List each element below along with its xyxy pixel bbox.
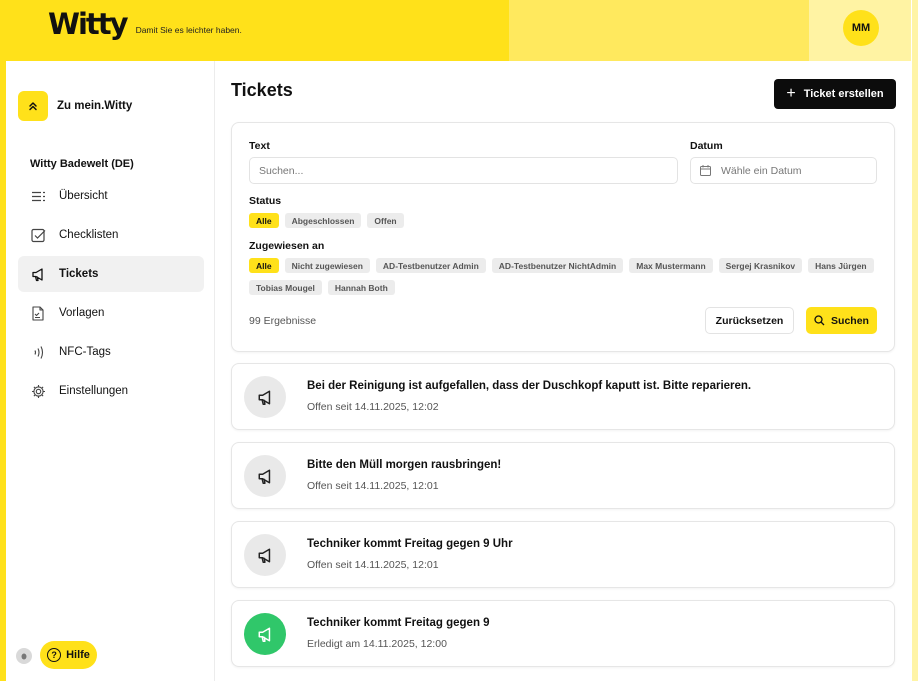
ticket-card[interactable]: Bei der Reinigung ist aufgefallen, dass … bbox=[231, 363, 895, 430]
status-filter-label: Status bbox=[249, 195, 282, 207]
gear-icon bbox=[30, 383, 46, 399]
assignee-chip[interactable]: Tobias Mougel bbox=[249, 280, 322, 295]
assignee-chip[interactable]: Sergej Krasnikov bbox=[718, 258, 803, 273]
sidebar-item-label: Checklisten bbox=[59, 229, 119, 241]
text-search-placeholder: Suchen... bbox=[259, 164, 304, 177]
megaphone-icon bbox=[244, 376, 286, 418]
megaphone-icon bbox=[244, 455, 286, 497]
result-count: 99 Ergebnisse bbox=[249, 315, 317, 327]
create-ticket-button[interactable]: + Ticket erstellen bbox=[774, 79, 896, 109]
assignee-chip[interactable]: Hans Jürgen bbox=[808, 258, 874, 273]
list-icon bbox=[30, 188, 46, 204]
search-icon bbox=[814, 315, 825, 326]
assignee-chip[interactable]: AD-Testbenutzer Admin bbox=[375, 258, 486, 273]
megaphone-icon bbox=[244, 613, 286, 655]
nfc-icon bbox=[30, 344, 46, 360]
megaphone-icon bbox=[30, 266, 46, 282]
logo-wordmark: Witty bbox=[48, 7, 129, 41]
reset-button[interactable]: Zurücksetzen bbox=[705, 307, 794, 334]
assignee-chip[interactable]: Max Mustermann bbox=[629, 258, 713, 273]
ticket-title: Techniker kommt Freitag gegen 9 bbox=[307, 617, 490, 629]
filter-panel: Text Suchen... Datum Wähle ein Datum Sta… bbox=[231, 122, 895, 352]
back-link-label: Zu mein.Witty bbox=[57, 100, 133, 112]
top-header: Witty Damit Sie es leichter haben. MM bbox=[6, 0, 911, 61]
sidebar-item-label: Einstellungen bbox=[59, 385, 129, 397]
date-placeholder: Wähle ein Datum bbox=[721, 164, 802, 177]
create-ticket-label: Ticket erstellen bbox=[803, 88, 884, 100]
search-button-label: Suchen bbox=[831, 314, 869, 327]
sidebar-nav: Übersicht Checklisten Tickets Vorlagen N… bbox=[18, 178, 204, 412]
ticket-status: Offen seit 14.11.2025, 12:01 bbox=[307, 480, 439, 492]
bug-icon[interactable] bbox=[16, 648, 32, 664]
chevrons-up-icon bbox=[18, 91, 48, 121]
sidebar: Zu mein.Witty Witty Badewelt (DE) Übersi… bbox=[6, 61, 215, 681]
window-frame-right bbox=[912, 0, 918, 681]
ticket-title: Bei der Reinigung ist aufgefallen, dass … bbox=[307, 380, 752, 392]
assigned-filter-label: Zugewiesen an bbox=[249, 240, 325, 252]
assignee-chip[interactable]: AD-Testbenutzer NichtAdmin bbox=[491, 258, 624, 273]
sidebar-item-tickets[interactable]: Tickets bbox=[18, 256, 204, 292]
ticket-card[interactable]: Techniker kommt Freitag gegen 9 Erledigt… bbox=[231, 600, 895, 667]
ticket-card[interactable]: Techniker kommt Freitag gegen 9 Uhr Offe… bbox=[231, 521, 895, 588]
sidebar-item-label: Übersicht bbox=[59, 190, 108, 202]
sidebar-item-label: Vorlagen bbox=[59, 307, 105, 319]
assigned-chips: Alle Nicht zugewiesen AD-Testbenutzer Ad… bbox=[249, 258, 879, 295]
sidebar-item-vorlagen[interactable]: Vorlagen bbox=[18, 295, 204, 331]
main-content: Tickets + Ticket erstellen Text Suchen..… bbox=[215, 61, 911, 681]
assignee-chip-nicht-zugewiesen[interactable]: Nicht zugewiesen bbox=[284, 258, 370, 273]
help-button[interactable]: ? Hilfe bbox=[40, 641, 97, 669]
checkbox-icon bbox=[30, 227, 46, 243]
date-picker-input[interactable]: Wähle ein Datum bbox=[690, 157, 877, 184]
search-button[interactable]: Suchen bbox=[806, 307, 877, 334]
text-filter-label: Text bbox=[249, 140, 270, 152]
status-chip-offen[interactable]: Offen bbox=[367, 213, 404, 228]
ticket-title: Techniker kommt Freitag gegen 9 Uhr bbox=[307, 538, 513, 550]
sidebar-item-label: NFC-Tags bbox=[59, 346, 111, 358]
calendar-icon bbox=[700, 165, 711, 176]
user-avatar[interactable]: MM bbox=[843, 10, 879, 46]
ticket-status: Erledigt am 14.11.2025, 12:00 bbox=[307, 638, 447, 650]
sidebar-item-label: Tickets bbox=[59, 268, 99, 280]
status-chip-abgeschlossen[interactable]: Abgeschlossen bbox=[284, 213, 362, 228]
question-icon: ? bbox=[47, 648, 62, 662]
ticket-status: Offen seit 14.11.2025, 12:01 bbox=[307, 559, 439, 571]
page-title: Tickets bbox=[231, 80, 293, 100]
ticket-status: Offen seit 14.11.2025, 12:02 bbox=[307, 401, 439, 413]
status-chip-alle[interactable]: Alle bbox=[249, 213, 279, 228]
ticket-title: Bitte den Müll morgen rausbringen! bbox=[307, 459, 502, 471]
sidebar-item-nfc-tags[interactable]: NFC-Tags bbox=[18, 334, 204, 370]
template-icon bbox=[30, 305, 46, 321]
back-to-mein-witty-link[interactable]: Zu mein.Witty bbox=[18, 91, 132, 121]
megaphone-icon bbox=[244, 534, 286, 576]
date-filter-label: Datum bbox=[690, 140, 723, 152]
text-search-input[interactable]: Suchen... bbox=[249, 157, 678, 184]
sidebar-item-checklisten[interactable]: Checklisten bbox=[18, 217, 204, 253]
ticket-card[interactable]: Bitte den Müll morgen rausbringen! Offen… bbox=[231, 442, 895, 509]
sidebar-item-uebersicht[interactable]: Übersicht bbox=[18, 178, 204, 214]
window-frame-corner bbox=[0, 669, 6, 681]
logo[interactable]: Witty Damit Sie es leichter haben. bbox=[48, 10, 242, 39]
logo-tagline: Damit Sie es leichter haben. bbox=[135, 25, 242, 35]
header-band bbox=[509, 0, 809, 61]
assignee-chip[interactable]: Hannah Both bbox=[327, 280, 395, 295]
assignee-chip-alle[interactable]: Alle bbox=[249, 258, 279, 273]
help-button-label: Hilfe bbox=[66, 649, 90, 661]
organization-name: Witty Badewelt (DE) bbox=[30, 158, 134, 170]
plus-icon: + bbox=[786, 85, 796, 102]
sidebar-item-einstellungen[interactable]: Einstellungen bbox=[18, 373, 204, 409]
status-chips: Alle Abgeschlossen Offen bbox=[249, 213, 404, 228]
